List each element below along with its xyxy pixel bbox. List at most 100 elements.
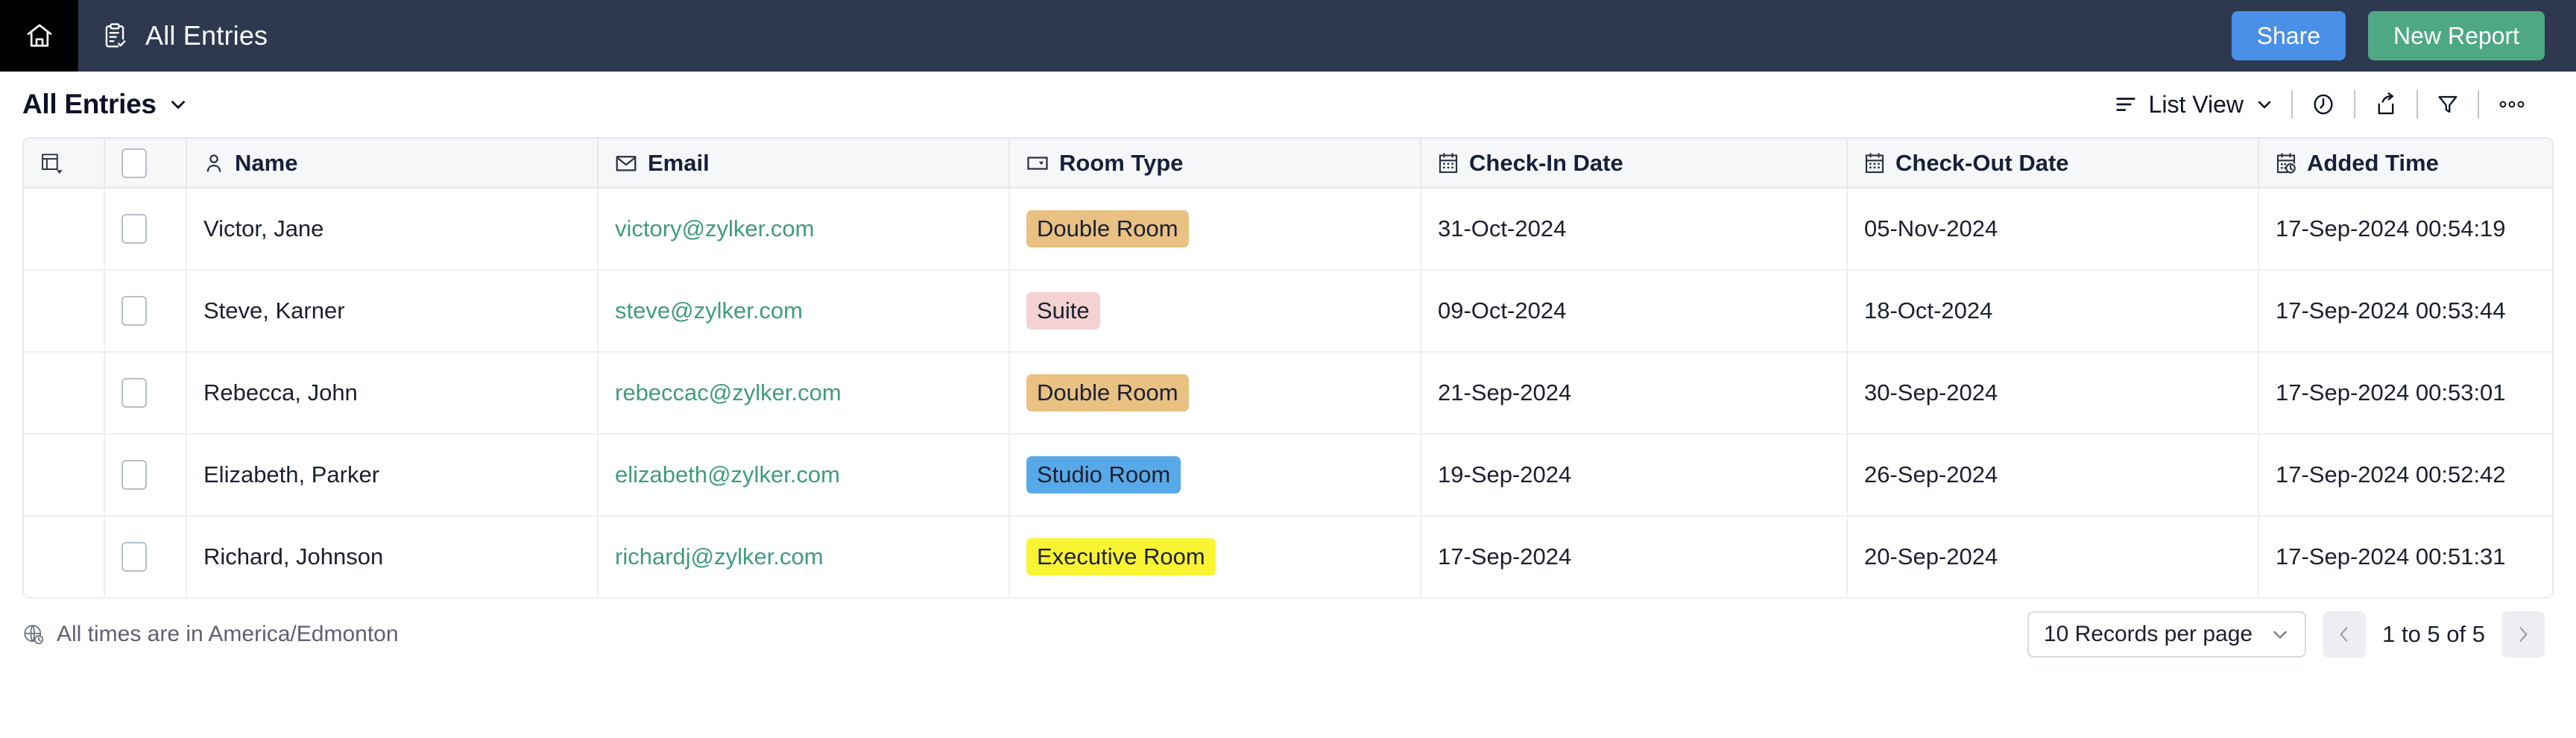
table-header-row: Name Email Room Type Check-In Date Check… <box>24 139 2552 189</box>
column-header-label: Room Type <box>1059 149 1184 176</box>
globe-clock-icon <box>22 623 45 646</box>
cell-email: elizabeth@zylker.com <box>598 434 1010 517</box>
dropdown-field-icon <box>1026 154 1049 172</box>
list-view-icon <box>2115 95 2137 114</box>
email-link[interactable]: steve@zylker.com <box>615 297 803 324</box>
cell-email: rebeccac@zylker.com <box>598 352 1010 435</box>
row-checkbox[interactable] <box>121 214 147 244</box>
row-checkbox[interactable] <box>121 542 147 572</box>
row-checkbox[interactable] <box>121 378 147 408</box>
records-per-page-label: 10 Records per page <box>2043 622 2253 646</box>
email-link[interactable]: victory@zylker.com <box>615 215 814 242</box>
room-type-tag: Suite <box>1026 292 1100 329</box>
room-type-tag: Executive Room <box>1026 538 1216 575</box>
column-header-added-time[interactable]: Added Time <box>2258 139 2552 189</box>
email-link[interactable]: elizabeth@zylker.com <box>615 461 840 488</box>
calendar-icon <box>1864 152 1885 174</box>
chevron-left-icon <box>2336 625 2352 644</box>
cell-room-type: Double Room <box>1009 352 1421 435</box>
column-header-email[interactable]: Email <box>598 139 1010 189</box>
email-link[interactable]: richardj@zylker.com <box>615 543 824 570</box>
select-all-header[interactable] <box>104 139 187 189</box>
row-select-cell[interactable] <box>104 270 187 353</box>
pagination-range: 1 to 5 of 5 <box>2382 621 2485 647</box>
filter-funnel-icon <box>2436 92 2460 116</box>
cell-added-time: 17-Sep-2024 00:51:31 <box>2258 516 2552 599</box>
cell-check-out-date: 20-Sep-2024 <box>1847 516 2259 599</box>
row-select-cell[interactable] <box>104 516 187 599</box>
row-handle-cell <box>24 516 105 599</box>
envelope-icon <box>615 154 637 173</box>
cell-email: victory@zylker.com <box>598 188 1010 271</box>
next-page-button[interactable] <box>2501 611 2545 657</box>
home-button[interactable] <box>0 0 78 72</box>
column-header-check-in-date[interactable]: Check-In Date <box>1421 139 1848 189</box>
cell-name: Richard, Johnson <box>186 516 599 599</box>
table-row[interactable]: Steve, Karner steve@zylker.com Suite 09-Oct… <box>24 270 2552 353</box>
row-select-cell[interactable] <box>104 434 187 517</box>
email-link[interactable]: rebeccac@zylker.com <box>615 379 842 406</box>
timezone-text: All times are in America/Edmonton <box>57 622 399 646</box>
cell-room-type: Executive Room <box>1009 516 1421 599</box>
cell-check-in-date: 31-Oct-2024 <box>1421 188 1848 271</box>
cell-check-in-date: 09-Oct-2024 <box>1421 270 1848 353</box>
cell-email: richardj@zylker.com <box>598 516 1010 599</box>
view-toolbar: All Entries List View <box>0 72 2576 137</box>
view-selector[interactable]: All Entries <box>22 89 188 120</box>
row-select-cell[interactable] <box>104 188 187 271</box>
column-header-name[interactable]: Name <box>186 139 599 189</box>
column-header-label: Name <box>235 149 298 176</box>
cell-added-time: 17-Sep-2024 00:53:01 <box>2258 352 2552 435</box>
new-report-button[interactable]: New Report <box>2368 10 2545 61</box>
cell-email: steve@zylker.com <box>598 270 1010 353</box>
table-footer: All times are in America/Edmonton 10 Rec… <box>0 599 2576 670</box>
row-handle-cell <box>24 188 105 271</box>
room-type-tag: Studio Room <box>1026 456 1181 493</box>
cell-room-type: Double Room <box>1009 188 1421 271</box>
page-title: All Entries <box>145 20 268 51</box>
column-header-label: Check-In Date <box>1469 149 1623 176</box>
row-checkbox[interactable] <box>121 460 147 490</box>
table-row[interactable]: Victor, Jane victory@zylker.com Double Roo… <box>24 188 2552 271</box>
row-select-cell[interactable] <box>104 352 187 435</box>
history-button[interactable] <box>2293 92 2354 117</box>
table-head: Name Email Room Type Check-In Date Check… <box>24 139 2552 189</box>
records-per-page-select[interactable]: 10 Records per page <box>2027 611 2307 657</box>
previous-page-button[interactable] <box>2323 611 2367 657</box>
filter-button[interactable] <box>2418 92 2478 116</box>
top-navigation-bar: All Entries Share New Report <box>0 0 2576 72</box>
column-header-room-type[interactable]: Room Type <box>1009 139 1421 189</box>
row-handle-cell <box>24 434 105 517</box>
timezone-note: All times are in America/Edmonton <box>22 622 399 647</box>
select-all-checkbox[interactable] <box>121 148 147 178</box>
table-row[interactable]: Elizabeth, Parker elizabeth@zylker.com Stu… <box>24 434 2552 517</box>
table-row[interactable]: Rebecca, John rebeccac@zylker.com Double R… <box>24 352 2552 435</box>
room-type-tag: Double Room <box>1026 210 1189 247</box>
row-checkbox[interactable] <box>121 296 147 326</box>
cell-name: Rebecca, John <box>186 352 599 435</box>
cell-check-in-date: 19-Sep-2024 <box>1421 434 1848 517</box>
cell-room-type: Suite <box>1009 270 1421 353</box>
share-button[interactable]: Share <box>2231 10 2346 61</box>
calendar-clock-icon <box>2276 152 2296 174</box>
chevron-down-icon <box>2270 625 2290 644</box>
view-mode-selector[interactable]: List View <box>2097 91 2291 119</box>
column-header-label: Email <box>648 149 710 176</box>
cell-name: Elizabeth, Parker <box>186 434 599 517</box>
person-icon <box>203 153 224 174</box>
entries-table-container: Name Email Room Type Check-In Date Check… <box>22 137 2554 599</box>
column-header-label: Added Time <box>2307 149 2439 176</box>
clipboard-check-icon <box>101 22 129 50</box>
column-settings-header[interactable] <box>24 139 105 189</box>
view-mode-label: List View <box>2148 90 2244 118</box>
table-row[interactable]: Richard, Johnson richardj@zylker.com Execu… <box>24 516 2552 599</box>
more-options-button[interactable] <box>2479 97 2545 112</box>
cell-name: Victor, Jane <box>186 188 599 271</box>
cell-room-type: Studio Room <box>1009 434 1421 517</box>
chevron-down-icon <box>168 95 188 114</box>
export-button[interactable] <box>2355 92 2416 117</box>
entries-table: Name Email Room Type Check-In Date Check… <box>24 139 2552 599</box>
cell-added-time: 17-Sep-2024 00:52:42 <box>2258 434 2552 517</box>
chevron-down-icon <box>2255 95 2273 113</box>
column-header-check-out-date[interactable]: Check-Out Date <box>1847 139 2259 189</box>
